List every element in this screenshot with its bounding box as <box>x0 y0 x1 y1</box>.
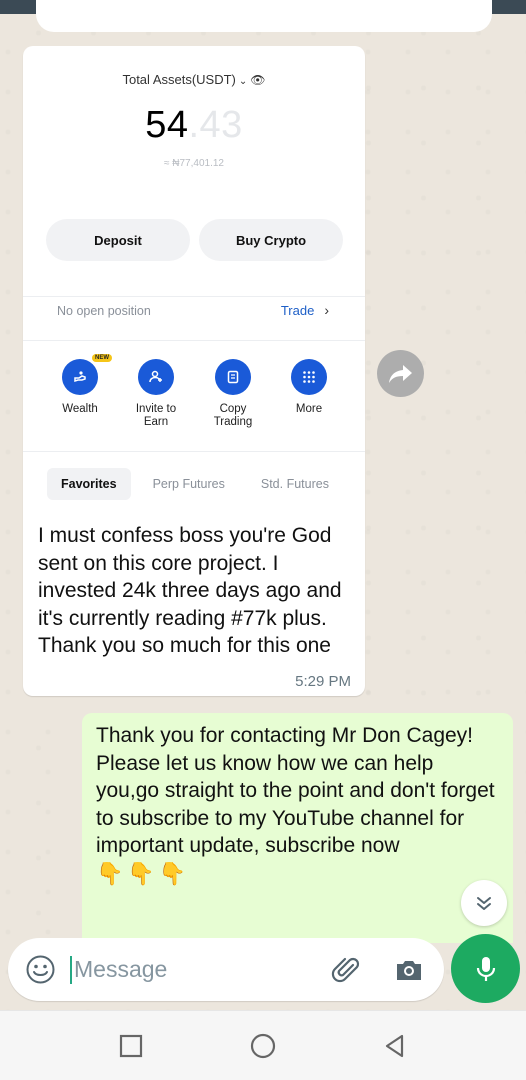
new-badge: NEW <box>92 354 112 362</box>
invite-icon <box>138 359 174 395</box>
message-input[interactable] <box>74 952 304 986</box>
scroll-to-bottom-button[interactable] <box>461 880 507 926</box>
quick-action-wealth: NEW Wealth <box>47 354 113 416</box>
emoji-button[interactable] <box>25 954 56 985</box>
quick-action-copy-trading: Copy Trading <box>200 359 266 429</box>
paperclip-icon <box>331 957 360 983</box>
camera-icon <box>397 961 421 980</box>
outgoing-message-bubble[interactable]: Thank you for contacting Mr Don Cagey! P… <box>82 713 513 943</box>
recent-apps-button[interactable] <box>118 1033 144 1059</box>
divider <box>23 451 365 452</box>
chevron-down-icon: ⌄ <box>238 76 248 87</box>
balance-integer: 54 <box>145 104 189 146</box>
no-open-position-text: No open position <box>57 304 151 318</box>
balance-value: 54.43 <box>23 104 365 147</box>
assets-label: Total Assets(USDT) <box>122 72 236 87</box>
tab-favorites: Favorites <box>47 468 131 500</box>
tab-perp-futures: Perp Futures <box>152 477 225 491</box>
back-button[interactable] <box>382 1033 408 1059</box>
trade-link: Trade › <box>281 302 329 318</box>
tab-std-futures: Std. Futures <box>260 477 329 491</box>
wealth-icon: NEW <box>62 354 112 395</box>
camera-button[interactable] <box>393 954 425 986</box>
attach-button[interactable] <box>330 953 364 987</box>
market-tabs: Favorites Perp Futures Std. Futures <box>47 468 343 500</box>
outgoing-message-body: Thank you for contacting Mr Don Cagey! P… <box>96 724 495 857</box>
quick-action-label: Wealth <box>62 403 98 415</box>
fiat-equivalent: ≈ ₦77,401.12 <box>164 158 224 169</box>
previous-message-bubble[interactable] <box>36 0 492 32</box>
chevron-right-icon: › <box>324 302 329 318</box>
square-icon <box>119 1034 143 1058</box>
copy-trading-icon <box>215 359 251 395</box>
divider <box>23 322 365 323</box>
forward-icon <box>388 364 412 383</box>
balance-decimal: .43 <box>188 104 243 146</box>
grid-icon <box>291 359 327 395</box>
home-button[interactable] <box>250 1033 276 1059</box>
outgoing-message-text: Thank you for contacting Mr Don Cagey! P… <box>96 722 496 888</box>
quick-action-label: Copy Trading <box>213 403 253 428</box>
message-timestamp: 5:29 PM <box>295 673 351 690</box>
voice-message-button[interactable] <box>451 934 520 1003</box>
quick-action-label: Invite to Earn <box>135 403 177 428</box>
exchange-app-screenshot[interactable]: Total Assets(USDT) ⌄ 👁 54.43 ≈ ₦77,401.12 … <box>23 46 365 506</box>
trade-label: Trade <box>280 302 315 318</box>
buy-crypto-button: Buy Crypto <box>199 219 343 261</box>
message-composer <box>8 938 444 1001</box>
deposit-button: Deposit <box>46 219 190 261</box>
system-navigation-bar <box>0 1010 526 1080</box>
quick-action-label: More <box>295 403 323 415</box>
quick-action-invite: Invite to Earn <box>123 359 189 429</box>
pointing-down-emojis: 👇👇👇 <box>96 860 191 886</box>
emoji-icon <box>26 955 55 984</box>
eye-icon: 👁 <box>250 73 266 87</box>
divider <box>23 296 365 297</box>
divider <box>23 340 365 341</box>
incoming-message-text: I must confess boss you're God sent on t… <box>38 524 342 657</box>
forward-button[interactable] <box>377 350 424 397</box>
triangle-back-icon <box>385 1034 404 1058</box>
text-cursor <box>70 956 72 984</box>
incoming-message-bubble[interactable]: Total Assets(USDT) ⌄ 👁 54.43 ≈ ₦77,401.12 … <box>23 46 365 696</box>
circle-icon <box>250 1033 276 1059</box>
quick-action-more: More <box>276 359 342 416</box>
assets-title: Total Assets(USDT) ⌄ 👁 <box>23 72 365 87</box>
double-chevron-down-icon <box>477 897 491 910</box>
microphone-icon <box>476 956 495 981</box>
